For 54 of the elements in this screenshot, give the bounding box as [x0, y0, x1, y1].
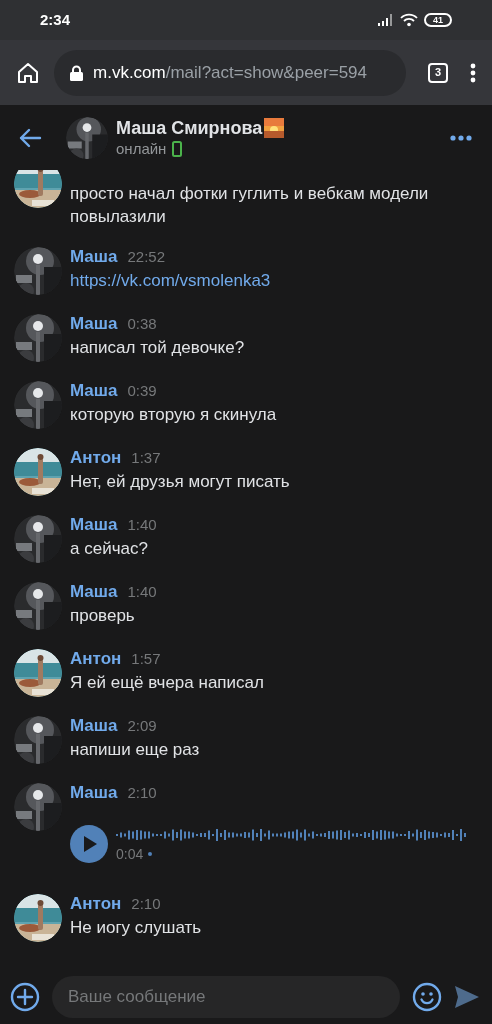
- message-text: Не иогу слушать: [70, 917, 203, 939]
- message-field[interactable]: Ваше сообщение: [52, 976, 400, 1018]
- waveform[interactable]: [116, 827, 468, 843]
- sender-name[interactable]: Маша: [70, 312, 118, 336]
- message-text: просто начал фотки гуглить и вебкам модели повылазили: [70, 183, 430, 228]
- sender-name[interactable]: Маша: [70, 781, 118, 805]
- add-icon[interactable]: [10, 982, 40, 1012]
- sender-name[interactable]: Маша: [70, 245, 118, 269]
- battery-level: 41: [433, 15, 443, 25]
- message-time: 22:52: [127, 247, 165, 267]
- sender-name[interactable]: Антон: [70, 892, 122, 916]
- signal-icon: [378, 14, 394, 26]
- message-time: 1:40: [127, 515, 157, 535]
- message-time: 2:10: [127, 783, 157, 803]
- message-text: а сейчас?: [70, 538, 149, 560]
- message-text: проверь: [70, 605, 136, 627]
- message-text: написал той девочке?: [70, 337, 246, 359]
- message-time: 0:39: [127, 381, 157, 401]
- tab-count-button[interactable]: 3: [428, 62, 448, 83]
- smiley-icon[interactable]: [412, 982, 442, 1012]
- message-text: напиши еще раз: [70, 739, 201, 761]
- contact-name: Маша Смирнова: [116, 116, 263, 139]
- wifi-icon: [400, 13, 418, 27]
- url-path: /mail?act=show&peer=594: [165, 62, 368, 82]
- message-text: Я ей ещё вчера написал: [70, 672, 265, 694]
- home-icon[interactable]: [16, 60, 40, 85]
- message-time: 0:38: [127, 314, 157, 334]
- phone-icon: [172, 140, 183, 157]
- sender-name[interactable]: Маша: [70, 714, 118, 738]
- sender-name[interactable]: Антон: [70, 446, 122, 470]
- send-icon[interactable]: [454, 985, 480, 1009]
- message-time: 2:10: [131, 894, 161, 914]
- lock-icon: [70, 64, 83, 81]
- sender-name[interactable]: Антон: [70, 647, 122, 671]
- sunset-emoji-icon: [264, 117, 285, 138]
- message-time: 1:40: [127, 582, 157, 602]
- play-button[interactable]: [70, 825, 108, 863]
- address-bar[interactable]: m.vk.com/mail?act=show&peer=594: [54, 49, 406, 96]
- voice-duration: 0:04: [116, 845, 144, 863]
- back-icon[interactable]: [18, 127, 42, 148]
- message-time: 1:57: [131, 649, 161, 669]
- online-status: онлайн: [116, 138, 167, 159]
- sender-name[interactable]: Маша: [70, 580, 118, 604]
- more-icon[interactable]: [450, 134, 472, 141]
- sender-name[interactable]: Маша: [70, 379, 118, 403]
- message-text: которую вторую я скинула: [70, 404, 278, 426]
- url-host: m.vk.com: [93, 62, 166, 82]
- message-text: Нет, ей друзья могут писать: [70, 471, 291, 493]
- message-time: 1:37: [131, 448, 161, 468]
- message-link[interactable]: https://vk.com/vsmolenka3: [70, 269, 478, 292]
- status-time: 2:34: [40, 9, 71, 30]
- sender-name[interactable]: Маша: [70, 513, 118, 537]
- menu-icon[interactable]: [470, 62, 476, 83]
- message-time: 2:09: [127, 716, 157, 736]
